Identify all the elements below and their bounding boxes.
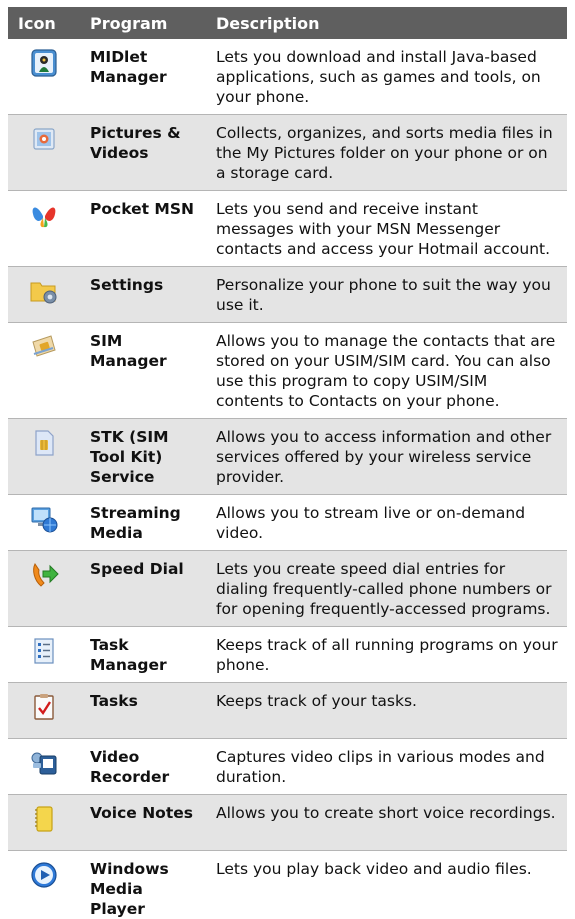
program-description: Keeps track of all running programs on y… [216, 636, 558, 674]
streaming-media-icon [31, 507, 58, 533]
program-description: Keeps track of your tasks. [216, 692, 417, 710]
table-row: Task Manager Keeps track of all running … [8, 627, 567, 683]
sim-card-icon [35, 430, 54, 456]
program-name: STK (SIM Tool Kit) Service [90, 428, 169, 486]
program-name: Speed Dial [90, 560, 184, 578]
program-description: Allows you to manage the contacts that a… [216, 332, 556, 410]
program-name: Windows Media Player [90, 860, 169, 918]
table-row: Streaming Media Allows you to stream liv… [8, 495, 567, 551]
program-name: Settings [90, 276, 164, 294]
table-row: STK (SIM Tool Kit) Service Allows you to… [8, 419, 567, 495]
program-description: Lets you download and install Java-based… [216, 48, 541, 106]
msn-butterfly-icon [32, 207, 56, 228]
program-name: Pocket MSN [90, 200, 194, 218]
table-row: Windows Media Player Lets you play back … [8, 851, 567, 918]
tasks-checklist-icon [34, 694, 54, 720]
table-header: Icon Program Description [8, 7, 567, 39]
program-description: Captures video clips in various modes an… [216, 748, 545, 786]
table-row: Pictures & Videos Collects, organizes, a… [8, 115, 567, 191]
table-row: Speed Dial Lets you create speed dial en… [8, 551, 567, 627]
voice-notes-icon [35, 806, 53, 832]
table-row: Video Recorder Captures video clips in v… [8, 739, 567, 795]
table-row: MIDlet Manager Lets you download and ins… [8, 39, 567, 115]
table-row: Voice Notes Allows you to create short v… [8, 795, 567, 851]
program-description: Lets you create speed dial entries for d… [216, 560, 552, 618]
video-recorder-icon [31, 752, 57, 775]
table-row: Pocket MSN Lets you send and receive ins… [8, 191, 567, 267]
sim-manager-icon [32, 335, 56, 357]
program-description: Allows you to create short voice recordi… [216, 804, 556, 822]
program-description: Collects, organizes, and sorts media fil… [216, 124, 553, 182]
programs-table: Icon Program Description MIDlet Manager … [8, 7, 567, 918]
program-name: Pictures & Videos [90, 124, 181, 162]
program-description: Lets you play back video and audio files… [216, 860, 532, 878]
program-name: Tasks [90, 692, 138, 710]
program-description: Allows you to access information and oth… [216, 428, 552, 486]
table-row: Tasks Keeps track of your tasks. [8, 683, 567, 739]
program-name: Voice Notes [90, 804, 193, 822]
pictures-videos-icon [33, 128, 55, 150]
settings-folder-icon [30, 282, 57, 304]
program-name: SIM Manager [90, 332, 167, 370]
program-description: Personalize your phone to suit the way y… [216, 276, 551, 314]
midlet-manager-icon [31, 49, 57, 77]
program-name: Video Recorder [90, 748, 170, 786]
program-name: Streaming Media [90, 504, 181, 542]
header-icon: Icon [18, 13, 56, 33]
header-description: Description [216, 13, 320, 33]
program-name: Task Manager [90, 636, 167, 674]
table-row: Settings Personalize your phone to suit … [8, 267, 567, 323]
program-description: Lets you send and receive instant messag… [216, 200, 551, 258]
program-name: MIDlet Manager [90, 48, 167, 86]
program-description: Allows you to stream live or on-demand v… [216, 504, 526, 542]
header-program: Program [90, 13, 168, 33]
task-manager-icon [34, 638, 54, 664]
speed-dial-icon [33, 563, 59, 587]
media-player-icon [31, 862, 57, 888]
table-row: SIM Manager Allows you to manage the con… [8, 323, 567, 419]
